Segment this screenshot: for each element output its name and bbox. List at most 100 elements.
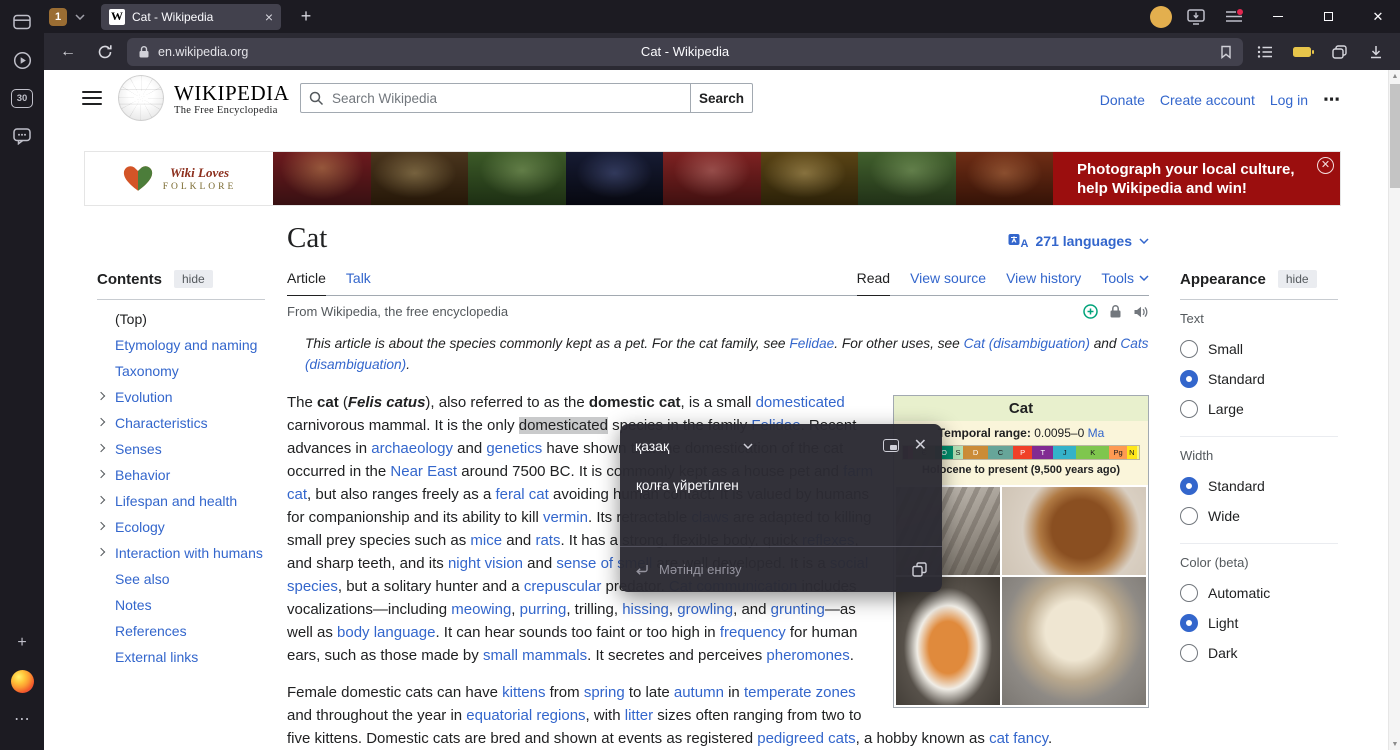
tab-article[interactable]: Article xyxy=(287,270,326,296)
chevron-down-icon[interactable] xyxy=(75,14,85,20)
scrollbar-thumb[interactable] xyxy=(1390,84,1400,188)
profile-avatar[interactable] xyxy=(1150,6,1172,28)
wiki-link[interactable]: frequency xyxy=(720,624,786,641)
toc-item-external-links[interactable]: External links xyxy=(97,644,265,670)
toc-item-senses[interactable]: Senses xyxy=(97,436,265,462)
popup-pip-icon[interactable] xyxy=(883,439,899,452)
wiki-link[interactable]: purring xyxy=(520,601,567,618)
wiki-link[interactable]: Near East xyxy=(390,463,457,480)
banner-close-icon[interactable]: ✕ xyxy=(1317,157,1334,174)
new-tab-button[interactable]: + xyxy=(293,4,319,30)
wiki-link[interactable]: body language xyxy=(337,624,435,641)
radio-option-dark[interactable]: Dark xyxy=(1180,638,1338,668)
wiki-link[interactable]: Felidae xyxy=(789,336,834,351)
notifications-menu-icon[interactable] xyxy=(1220,3,1248,31)
toc-item-top[interactable]: (Top) xyxy=(97,306,265,332)
radio-icon[interactable] xyxy=(1180,340,1198,358)
add-panel-icon[interactable]: + xyxy=(7,628,37,658)
wiki-link[interactable]: equatorial regions xyxy=(466,707,585,724)
donate-link[interactable]: Donate xyxy=(1100,92,1145,108)
tab-close-icon[interactable]: × xyxy=(265,10,273,24)
chat-icon[interactable] xyxy=(7,121,37,151)
search-input[interactable] xyxy=(300,83,691,113)
good-article-icon[interactable] xyxy=(1083,304,1098,319)
screen-share-icon[interactable] xyxy=(1182,3,1210,31)
wiki-link[interactable]: small mammals xyxy=(483,647,587,664)
search-button[interactable]: Search xyxy=(691,83,753,113)
radio-option-large[interactable]: Large xyxy=(1180,394,1338,424)
wiki-link[interactable]: hissing xyxy=(622,601,669,618)
radio-icon[interactable] xyxy=(1180,584,1198,602)
menu-icon[interactable] xyxy=(82,91,102,105)
wiki-link[interactable]: meowing xyxy=(451,601,511,618)
languages-button[interactable]: A 271 languages xyxy=(1008,233,1150,249)
chevron-right-icon[interactable] xyxy=(97,470,105,478)
wiki-link[interactable]: archaeology xyxy=(371,440,453,457)
tab-view-source[interactable]: View source xyxy=(910,270,986,295)
chevron-right-icon[interactable] xyxy=(97,548,105,556)
page-scrollbar[interactable]: ▲ ▼ xyxy=(1388,70,1400,750)
chevron-right-icon[interactable] xyxy=(97,392,105,400)
translation-input-row[interactable]: Мәтінді енгізу xyxy=(620,547,942,592)
wiki-link[interactable]: feral cat xyxy=(495,486,548,503)
wiki-link[interactable]: domesticated xyxy=(756,394,845,411)
radio-icon[interactable] xyxy=(1180,507,1198,525)
toc-item-behavior[interactable]: Behavior xyxy=(97,462,265,488)
back-button[interactable]: ← xyxy=(53,38,83,66)
toc-item-see-also[interactable]: See also xyxy=(97,566,265,592)
radio-option-light[interactable]: Light xyxy=(1180,608,1338,638)
wikipedia-logo[interactable]: WIKIPEDIA The Free Encyclopedia xyxy=(118,75,289,121)
toc-item-taxonomy[interactable]: Taxonomy xyxy=(97,358,265,384)
maximize-button[interactable] xyxy=(1308,0,1348,33)
toc-item-ecology[interactable]: Ecology xyxy=(97,514,265,540)
toc-item-lifespan-and-health[interactable]: Lifespan and health xyxy=(97,488,265,514)
wiki-link[interactable]: rats xyxy=(535,532,560,549)
wiki-link[interactable]: Cat (disambiguation) xyxy=(964,336,1090,351)
window-close-button[interactable]: ✕ xyxy=(1358,0,1398,33)
tab-tools[interactable]: Tools xyxy=(1101,270,1149,295)
wiki-link[interactable]: genetics xyxy=(486,440,542,457)
toc-item-references[interactable]: References xyxy=(97,618,265,644)
toc-item-etymology-and-naming[interactable]: Etymology and naming xyxy=(97,332,265,358)
wiki-link[interactable]: grunting xyxy=(771,601,825,618)
listen-audio-icon[interactable] xyxy=(1133,305,1149,319)
tab-read[interactable]: Read xyxy=(857,270,890,296)
wiki-link[interactable]: pheromones xyxy=(766,647,849,664)
list-icon[interactable] xyxy=(1250,38,1280,66)
bookmark-icon[interactable] xyxy=(1220,45,1232,59)
chevron-right-icon[interactable] xyxy=(97,522,105,530)
wiki-link[interactable]: kittens xyxy=(502,684,545,701)
radio-selected-icon[interactable] xyxy=(1180,477,1198,495)
scroll-down-arrow[interactable]: ▼ xyxy=(1389,738,1400,750)
chevron-right-icon[interactable] xyxy=(97,418,105,426)
wiki-link[interactable]: litter xyxy=(625,707,653,724)
toc-item-interaction-with-humans[interactable]: Interaction with humans xyxy=(97,540,265,566)
url-bar[interactable]: en.wikipedia.org Cat - Wikipedia xyxy=(127,38,1243,66)
radio-option-small[interactable]: Small xyxy=(1180,334,1338,364)
radio-selected-icon[interactable] xyxy=(1180,614,1198,632)
media-play-icon[interactable] xyxy=(7,45,37,75)
ma-link[interactable]: Ma xyxy=(1088,426,1105,440)
language-selector[interactable]: қазақ xyxy=(635,438,753,454)
radio-option-standard[interactable]: Standard xyxy=(1180,471,1338,501)
tabs-overview-icon[interactable] xyxy=(1324,38,1354,66)
log-in-link[interactable]: Log in xyxy=(1270,92,1308,108)
firefox-logo[interactable] xyxy=(7,666,37,696)
chevron-right-icon[interactable] xyxy=(97,444,105,452)
copy-icon[interactable] xyxy=(912,562,927,577)
appearance-hide-button[interactable]: hide xyxy=(1278,270,1317,288)
scroll-up-arrow[interactable]: ▲ xyxy=(1389,70,1400,82)
wiki-link[interactable]: cat fancy xyxy=(989,730,1048,747)
radio-option-wide[interactable]: Wide xyxy=(1180,501,1338,531)
popup-close-icon[interactable]: ✕ xyxy=(914,438,927,454)
calendar-30-icon[interactable]: 30 xyxy=(7,83,37,113)
radio-option-standard[interactable]: Standard xyxy=(1180,364,1338,394)
tab-talk[interactable]: Talk xyxy=(346,270,371,295)
header-more-icon[interactable]: ⋯ xyxy=(1323,95,1340,105)
firefox-view-icon[interactable] xyxy=(7,7,37,37)
browser-tab-cat-wikipedia[interactable]: W Cat - Wikipedia × xyxy=(101,4,281,30)
radio-icon[interactable] xyxy=(1180,644,1198,662)
toc-item-characteristics[interactable]: Characteristics xyxy=(97,410,265,436)
chevron-right-icon[interactable] xyxy=(97,496,105,504)
page-protection-lock-icon[interactable] xyxy=(1109,304,1122,319)
